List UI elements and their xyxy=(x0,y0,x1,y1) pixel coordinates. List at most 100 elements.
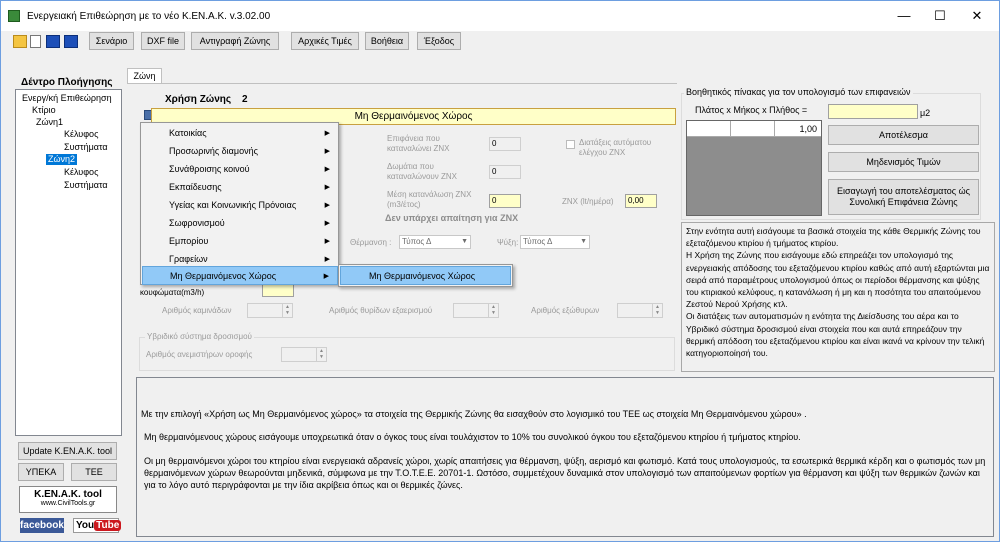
znx-per-day-label: ZNX (lt/ημέρα) xyxy=(562,197,614,206)
tree-item-zone2-envelope[interactable]: Κέλυφος xyxy=(64,167,98,178)
facebook-icon[interactable]: facebook xyxy=(20,518,64,533)
chevron-down-icon: ▼ xyxy=(580,238,587,245)
menu-item-label: Εμπορίου xyxy=(169,236,209,246)
logo-url: www.CivilTools.gr xyxy=(40,500,96,507)
menu-item-commerce[interactable]: Εμπορίου ▶ xyxy=(142,232,338,251)
reset-values-button[interactable]: Μηδενισμός Τιμών xyxy=(828,152,979,172)
new-document-icon[interactable] xyxy=(30,35,41,48)
update-button[interactable]: Update K.EN.A.K. tool xyxy=(18,442,117,460)
spinner-arrows-icon[interactable]: ▲ ▼ xyxy=(282,304,292,317)
menu-item-label: Προσωρινής διαμονής xyxy=(169,146,258,156)
menu-item-label: Σωφρονισμού xyxy=(169,218,225,228)
tab-zone[interactable]: Ζώνη xyxy=(127,68,162,84)
rooms-znx-label: Δωμάτια που καταναλώνουν ZNX xyxy=(387,162,457,181)
helper-grid-cell[interactable]: 1,00 xyxy=(775,121,821,137)
auto-control-label: Διατάξεις αυτόματου ελέγχου ZNX xyxy=(579,138,652,157)
vent-openings-label: Αριθμός θυρίδων εξαερισμού xyxy=(329,306,433,315)
tree-item-building[interactable]: Κτίριο xyxy=(32,105,56,116)
submenu-item-unheated[interactable]: Μη Θερμαινόμενος Χώρος xyxy=(340,266,511,285)
exhaust-label: Αριθμός εξώθυρων xyxy=(531,306,600,315)
auto-control-checkbox[interactable] xyxy=(566,140,575,149)
exhaust-spinner[interactable]: ▲ ▼ xyxy=(617,303,663,318)
znx-per-day-input[interactable]: 0,00 xyxy=(625,194,657,208)
dxf-file-button[interactable]: DXF file xyxy=(141,32,185,50)
ceiling-fans-label: Αριθμός ανεμιστήρων οροφής xyxy=(146,350,253,359)
cooling-select[interactable]: Τύπος Δ ▼ xyxy=(520,235,590,249)
insert-result-button[interactable]: Εισαγωγή του αποτελέσματος ώς Συνολική Ε… xyxy=(828,179,979,215)
chevron-right-icon: ▶ xyxy=(324,220,330,227)
tree-item-zone2[interactable]: Ζώνη2 xyxy=(46,154,78,165)
zone-number: 2 xyxy=(242,94,248,105)
helper-grid[interactable]: 1,00 xyxy=(686,120,822,216)
tree-item-zone2-systems[interactable]: Συστήματα xyxy=(64,180,108,191)
chevron-right-icon: ▶ xyxy=(324,148,330,155)
logo-title: K.EN.A.K. tool xyxy=(34,489,102,500)
menu-item-education[interactable]: Εκπαίδευσης ▶ xyxy=(142,178,338,197)
chevron-right-icon: ▶ xyxy=(324,184,330,191)
zone-usage-label: Χρήση Ζώνης xyxy=(165,94,232,105)
hybrid-cooling-title: Υβριδικό σύστημα δροσισμού xyxy=(145,332,254,342)
spinner-arrows-icon[interactable]: ▲ ▼ xyxy=(316,348,326,361)
copy-zone-button[interactable]: Αντιγραφή Ζώνης xyxy=(191,32,279,50)
menu-item-unheated[interactable]: Μη Θερμαινόμενος Χώρος ▶ xyxy=(142,266,338,285)
helper-grid-cell[interactable] xyxy=(687,121,731,137)
menu-item-health[interactable]: Υγείας και Κοινωνικής Πρόνοιας ▶ xyxy=(142,196,338,215)
description-p1: Με την επιλογή «Χρήση ως Μη Θερμαινόμενο… xyxy=(141,409,807,419)
spinner-arrows-icon[interactable]: ▲ ▼ xyxy=(488,304,498,317)
cooling-label: Ψύξη: xyxy=(497,238,519,247)
chevron-right-icon: ▶ xyxy=(324,166,330,173)
window-title: Ενεργειακή Επιθεώρηση με το νέο Κ.ΕΝ.Α.Κ… xyxy=(27,11,271,22)
open-folder-icon[interactable] xyxy=(13,35,27,48)
save-as-icon[interactable] xyxy=(64,35,78,48)
exit-button[interactable]: Έξοδος xyxy=(417,32,461,50)
kenak-logo[interactable]: K.EN.A.K. tool www.CivilTools.gr xyxy=(19,486,117,513)
tree-item-zone1-systems[interactable]: Συστήματα xyxy=(64,142,108,153)
initial-values-button[interactable]: Αρχικές Τιμές xyxy=(291,32,359,50)
helper-grid-cell[interactable] xyxy=(731,121,775,137)
chevron-right-icon: ▶ xyxy=(323,273,329,280)
description-p3: Οι μη θερμαινόμενοι χώροι του κτηρίου εί… xyxy=(144,456,986,490)
chevron-right-icon: ▶ xyxy=(324,238,330,245)
app-window: Ενεργειακή Επιθεώρηση με το νέο Κ.ΕΝ.Α.Κ… xyxy=(0,0,1000,542)
chevron-right-icon: ▶ xyxy=(324,202,330,209)
tree-item-zone1[interactable]: Ζώνη1 xyxy=(36,117,63,128)
heating-select[interactable]: Τύπος Δ ▼ xyxy=(399,235,471,249)
title-bar: Ενεργειακή Επιθεώρηση με το νέο Κ.ΕΝ.Α.Κ… xyxy=(1,1,999,31)
ceiling-fans-spinner[interactable]: ▲ ▼ xyxy=(281,347,327,362)
spinner-arrows-icon[interactable]: ▲ ▼ xyxy=(652,304,662,317)
scenario-button[interactable]: Σενάριο xyxy=(89,32,134,50)
helper-grid-row[interactable]: 1,00 xyxy=(687,121,821,137)
heating-label: Θέρμανση : xyxy=(350,238,392,247)
vent-openings-spinner[interactable]: ▲ ▼ xyxy=(453,303,499,318)
description-p2: Μη θερμαινόμενους χώρους εισάγουμε υποχρ… xyxy=(144,432,801,442)
ypeka-button[interactable]: ΥΠΕΚΑ xyxy=(18,463,64,481)
menu-item-temporary-stay[interactable]: Προσωρινής διαμονής ▶ xyxy=(142,142,338,161)
bottom-description: Με την επιλογή «Χρήση ως Μη Θερμαινόμενο… xyxy=(136,377,994,537)
rooms-znx-input[interactable]: 0 xyxy=(489,165,521,179)
menu-item-label: Εκπαίδευσης xyxy=(169,182,222,192)
menu-item-correctional[interactable]: Σωφρονισμού ▶ xyxy=(142,214,338,233)
menu-item-residential[interactable]: Κατοικίας ▶ xyxy=(142,124,338,143)
helper-title: Βοηθητικός πίνακας για τον υπολογισμό τω… xyxy=(684,87,913,97)
result-button[interactable]: Αποτέλεσμα xyxy=(828,125,979,145)
chevron-down-icon: ▼ xyxy=(461,238,468,245)
tee-button[interactable]: ΤΕΕ xyxy=(71,463,117,481)
minimize-button[interactable]: — xyxy=(894,6,914,26)
chimneys-spinner[interactable]: ▲ ▼ xyxy=(247,303,293,318)
helper-result-input[interactable] xyxy=(828,104,918,119)
help-button[interactable]: Βοήθεια xyxy=(365,32,409,50)
menu-item-label: Συνάθροισης κοινού xyxy=(169,164,250,174)
menu-item-assembly[interactable]: Συνάθροισης κοινού ▶ xyxy=(142,160,338,179)
tree-item-zone1-envelope[interactable]: Κέλυφος xyxy=(64,129,98,140)
surfaces-znx-input[interactable]: 0 xyxy=(489,137,521,151)
cooling-value: Τύπος Δ xyxy=(523,237,553,246)
avg-consumption-input[interactable]: 0 xyxy=(489,194,521,208)
maximize-button[interactable]: ☐ xyxy=(930,6,950,26)
navigation-tree: Ενεργ/κή Επιθεώρηση Κτίριο Ζώνη1 Κέλυφος… xyxy=(15,89,122,436)
close-button[interactable]: ✕ xyxy=(967,6,987,26)
save-icon[interactable] xyxy=(46,35,60,48)
youtube-icon[interactable]: You Tube xyxy=(73,518,122,533)
tree-item-inspection[interactable]: Ενεργ/κή Επιθεώρηση xyxy=(22,93,112,104)
tree-title: Δέντρο Πλοήγησης xyxy=(21,77,113,88)
helper-unit: μ2 xyxy=(920,108,931,118)
